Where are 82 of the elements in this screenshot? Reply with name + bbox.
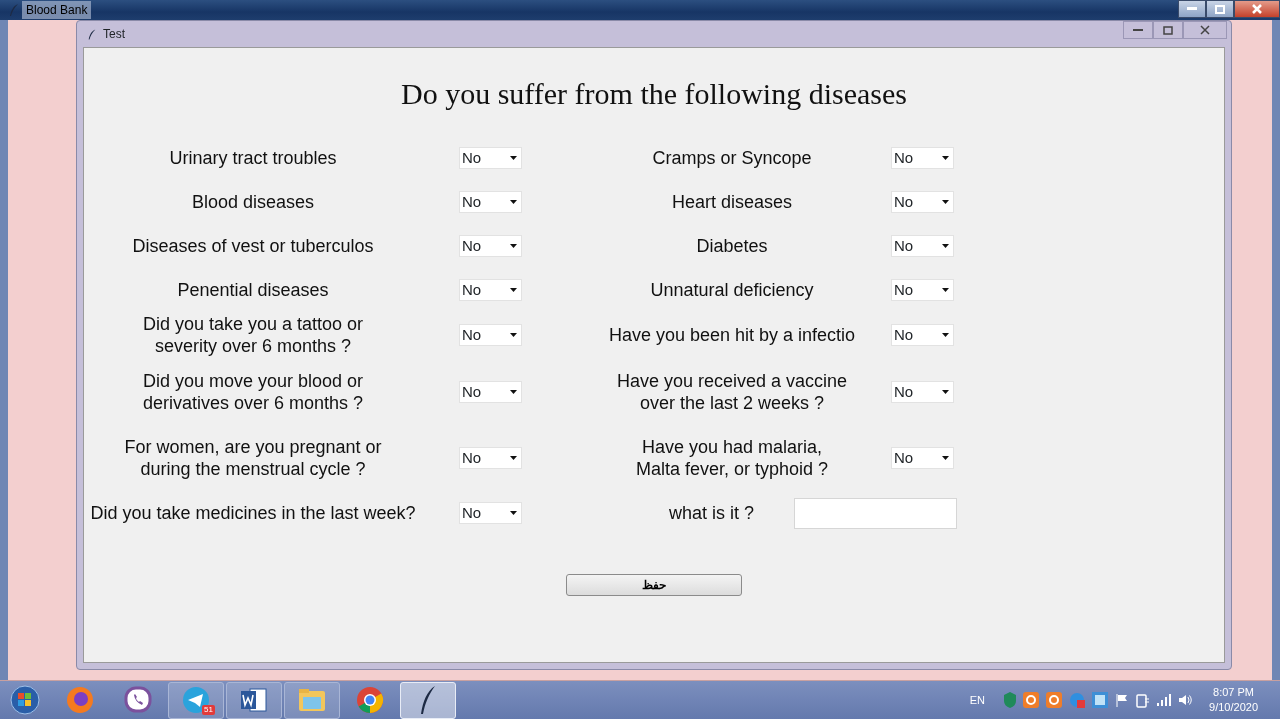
language-indicator[interactable]: EN [969,691,986,709]
power-icon[interactable] [1136,692,1151,708]
field-label: Heart diseases [670,191,794,213]
dropdown[interactable]: No [459,191,522,213]
speaker-icon[interactable] [1178,693,1193,707]
close-icon [1200,25,1210,35]
field-label: Diseases of vest or tuberculos [131,235,375,257]
field-label: Penential diseases [176,279,330,301]
caret-icon [510,511,517,515]
signal-icon[interactable] [1157,694,1172,706]
dropdown[interactable]: No [459,502,522,524]
caret-icon [510,390,517,394]
dropdown[interactable]: No [459,381,522,403]
dropdown[interactable]: No [459,279,522,301]
minimize-button[interactable] [1178,0,1206,18]
dropdown[interactable]: No [459,324,522,346]
dropdown[interactable]: No [891,279,954,301]
field-label: Diabetes [695,235,769,257]
dropdown[interactable]: No [891,447,954,469]
caret-icon [510,456,517,460]
caret-icon [942,244,949,248]
window-title: Blood Bank [22,1,92,19]
field-label: Urinary tract troubles [168,147,338,169]
field-label: Cramps or Syncope [651,147,813,169]
caret-icon [510,333,517,337]
input-field[interactable] [794,497,957,529]
caret-icon [942,288,949,292]
field-label: For women, are you pregnant or during the menstrual cycle ? [123,436,383,480]
caret-icon [510,200,517,204]
form-heading: Do you suffer from the following diseases [400,76,908,112]
browser-icon [66,686,94,714]
maximize-button[interactable] [1206,0,1234,18]
dropdown[interactable]: No [891,191,954,213]
dropdown[interactable]: No [459,147,522,169]
app-icon[interactable] [1092,692,1109,708]
field-label: Did you move your blood or derivatives over 6 months ? [141,370,365,414]
field-label: Did you take medicines in the last week? [89,502,417,524]
field-label: Have you had malaria, Malta fever, or typhoid ? [634,436,830,480]
minimize-icon [1133,28,1143,32]
minimize-button[interactable] [1123,21,1153,39]
phone-chat-icon [124,686,152,714]
dropdown[interactable]: No [891,235,954,257]
feather-icon [419,685,437,715]
caret-icon [510,288,517,292]
maximize-icon [1215,4,1225,14]
taskbar-button[interactable] [226,681,282,719]
maximize-icon [1163,25,1173,35]
document-icon [240,687,268,713]
notification-count: 51 [202,704,215,715]
caret-icon [510,156,517,160]
dropdown[interactable]: No [891,324,954,346]
caret-icon [942,333,949,337]
caret-icon [942,390,949,394]
close-button[interactable] [1234,0,1280,18]
folder-icon [297,687,327,713]
feather-icon [8,3,20,17]
caret-icon [942,456,949,460]
field-label: Have you been hit by a infectio [607,324,857,346]
dropdown[interactable]: No [891,147,954,169]
flag-icon[interactable] [1115,693,1130,707]
dropdown[interactable]: No [459,447,522,469]
dropdown[interactable]: No [891,381,954,403]
browser-icon [356,686,384,714]
close-icon [1252,4,1262,14]
app-icon[interactable] [1046,692,1063,708]
taskbar-button[interactable]: 51 [168,681,224,719]
caret-icon [942,200,949,204]
field-label: Have you received a vaccine over the last 2 weeks ? [615,370,849,414]
caret-icon [942,156,949,160]
app-icon[interactable] [1023,692,1040,708]
window-title: Test [103,26,125,43]
feather-icon [87,27,97,41]
start-orb-icon [10,685,40,715]
save-button[interactable]: حفظ [566,574,742,596]
clock[interactable]: 8:07 PM 9/10/2020 [1209,685,1258,715]
minimize-icon [1187,7,1197,11]
field-label: Unnatural deficiency [649,279,815,301]
field-label: Did you take you a tattoo or severity over 6 months ? [141,313,365,357]
field-label: what is it ? [667,502,755,524]
caret-icon [510,244,517,248]
field-label: Blood diseases [190,191,316,213]
dropdown[interactable]: No [459,235,522,257]
